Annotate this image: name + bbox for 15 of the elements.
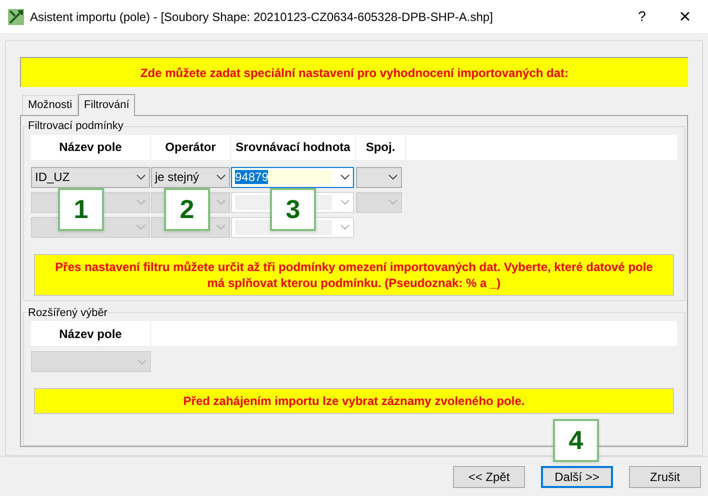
banner-text: Zde můžete zadat speciální nastavení pro vyhodnocení importovaných dat:: [140, 64, 569, 82]
column-header: Název pole: [31, 321, 151, 346]
column-header: Srovnávací hodnota: [231, 134, 356, 160]
column-header: Název pole: [31, 134, 151, 160]
info-text: Před zahájením importu lze vybrat záznamy zvoleného pole.: [183, 393, 525, 409]
step-number-tooltip: 3: [270, 188, 316, 231]
step-number-tooltip: 1: [58, 188, 104, 231]
group-title: Rozšířený výběr: [28, 306, 108, 320]
step-number-tooltip: 2: [164, 188, 210, 231]
column-header: Spoj.: [356, 134, 406, 160]
window-title: Asistent importu (pole) - [Soubory Shape: 20210123-CZ0634-605328-DPB-SHP-A.shp]: [30, 8, 494, 26]
group-title: Filtrovací podmínky: [28, 119, 124, 134]
column-header: Operátor: [151, 134, 231, 160]
step-number-tooltip: 4: [553, 419, 599, 462]
info-text: Přes nastavení filtru můžete určit až tři podmínky omezení importovaných dat. Vyberte, které datové pole má splňovat kterou podmínku. (Pseudoznak: % a _): [54, 258, 654, 290]
